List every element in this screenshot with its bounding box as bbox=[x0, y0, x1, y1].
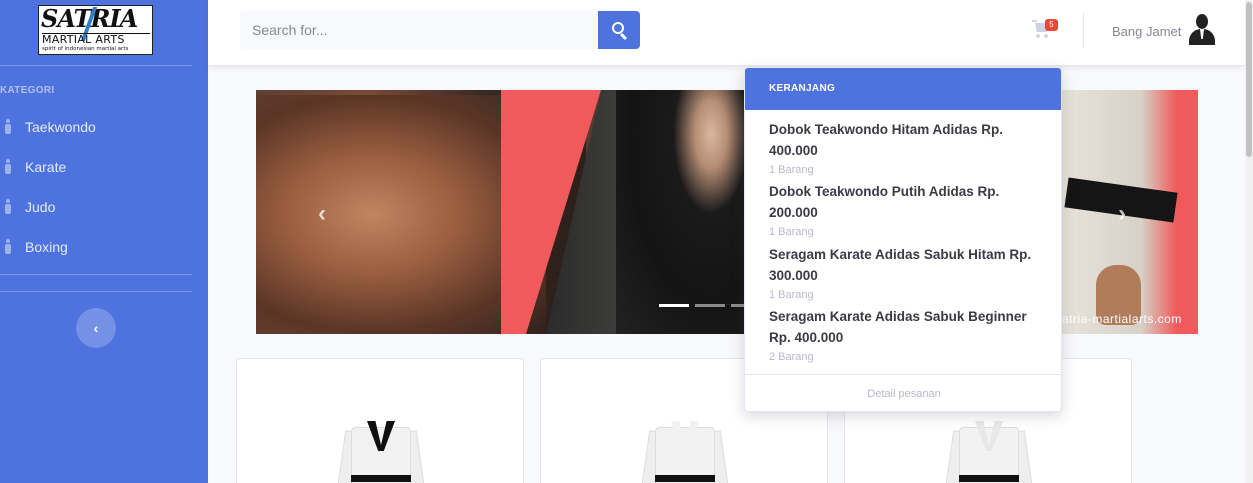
product-image bbox=[640, 421, 730, 483]
sidebar-item-judo[interactable]: Judo bbox=[0, 192, 192, 222]
topbar: 5 Bang Jamet bbox=[208, 0, 1245, 65]
sidebar-item-taekwondo[interactable]: Taekwondo bbox=[0, 112, 192, 142]
sidebar-item-karate[interactable]: Karate bbox=[0, 152, 192, 182]
cart-count-badge: 5 bbox=[1045, 19, 1058, 31]
cart-item-qty: 2 Barang bbox=[769, 351, 814, 363]
search-input[interactable] bbox=[240, 11, 598, 49]
cart-item[interactable]: Seragam Karate Adidas Sabuk Beginner Rp.… bbox=[769, 306, 1049, 363]
cart-item-qty: 1 Barang bbox=[769, 164, 814, 176]
cart-item-title: Dobok Teakwondo Hitam Adidas Rp. 400.000 bbox=[769, 122, 1004, 158]
sidebar-item-label: Karate bbox=[25, 159, 67, 175]
cart-item-qty: 1 Barang bbox=[769, 226, 814, 238]
carousel-indicator-2[interactable] bbox=[695, 304, 725, 307]
brand-logo[interactable]: SATRIA MARTIAL ARTS spirit of indonesian… bbox=[38, 5, 153, 55]
person-icon bbox=[4, 159, 12, 175]
page-scrollbar[interactable] bbox=[1245, 0, 1253, 483]
sidebar-heading: KATEGORI bbox=[0, 85, 55, 96]
person-icon bbox=[4, 239, 12, 255]
cart-item-qty: 1 Barang bbox=[769, 289, 814, 301]
product-image bbox=[944, 421, 1034, 483]
cart-item-title: Dobok Teakwondo Putih Adidas Rp. 200.000 bbox=[769, 184, 1000, 220]
cart-dropdown: KERANJANG Dobok Teakwondo Hitam Adidas R… bbox=[744, 67, 1062, 412]
sidebar-toggle-button[interactable]: ‹ bbox=[76, 308, 116, 348]
sidebar: SATRIA MARTIAL ARTS spirit of indonesian… bbox=[0, 0, 208, 483]
sidebar-item-label: Boxing bbox=[25, 239, 68, 255]
carousel-prev-button[interactable]: ‹ bbox=[318, 200, 326, 228]
cart-item-title: Seragam Karate Adidas Sabuk Hitam Rp. 30… bbox=[769, 247, 1032, 283]
chevron-right-icon: › bbox=[1118, 200, 1126, 227]
order-detail-link[interactable]: Detail pesanan bbox=[745, 374, 1061, 411]
search-button[interactable] bbox=[598, 11, 640, 49]
carousel-indicator-1[interactable] bbox=[659, 304, 689, 307]
person-icon bbox=[4, 119, 12, 135]
sidebar-divider bbox=[0, 291, 192, 292]
brand-tagline: spirit of indonesian martial arts bbox=[42, 46, 129, 52]
sidebar-item-label: Taekwondo bbox=[25, 119, 96, 135]
chevron-left-icon: ‹ bbox=[93, 320, 99, 336]
person-icon bbox=[4, 199, 12, 215]
cart-item[interactable]: Seragam Karate Adidas Sabuk Hitam Rp. 30… bbox=[769, 244, 1049, 301]
sidebar-divider bbox=[0, 274, 192, 275]
cart-item-title: Seragam Karate Adidas Sabuk Beginner Rp.… bbox=[769, 309, 1027, 345]
avatar[interactable] bbox=[1186, 13, 1218, 45]
scrollbar-thumb[interactable] bbox=[1246, 2, 1252, 157]
carousel-watermark: atria-martialarts.com bbox=[1062, 312, 1182, 326]
topbar-divider bbox=[1083, 12, 1084, 48]
product-image bbox=[336, 421, 426, 483]
user-name[interactable]: Bang Jamet bbox=[1112, 24, 1181, 39]
cart-item[interactable]: Dobok Teakwondo Hitam Adidas Rp. 400.000… bbox=[769, 119, 1049, 176]
brand-subtitle: MARTIAL ARTS bbox=[42, 33, 150, 46]
carousel-image-karate bbox=[1056, 90, 1198, 334]
cart-dropdown-header: KERANJANG bbox=[745, 68, 1061, 110]
chevron-left-icon: ‹ bbox=[318, 200, 326, 227]
sidebar-divider bbox=[0, 65, 192, 66]
search-bar bbox=[240, 11, 640, 49]
cart-item[interactable]: Dobok Teakwondo Putih Adidas Rp. 200.000… bbox=[769, 181, 1049, 238]
product-card[interactable] bbox=[236, 358, 524, 483]
sidebar-item-boxing[interactable]: Boxing bbox=[0, 232, 192, 262]
sidebar-item-label: Judo bbox=[25, 199, 56, 215]
carousel-next-button[interactable]: › bbox=[1118, 200, 1126, 228]
